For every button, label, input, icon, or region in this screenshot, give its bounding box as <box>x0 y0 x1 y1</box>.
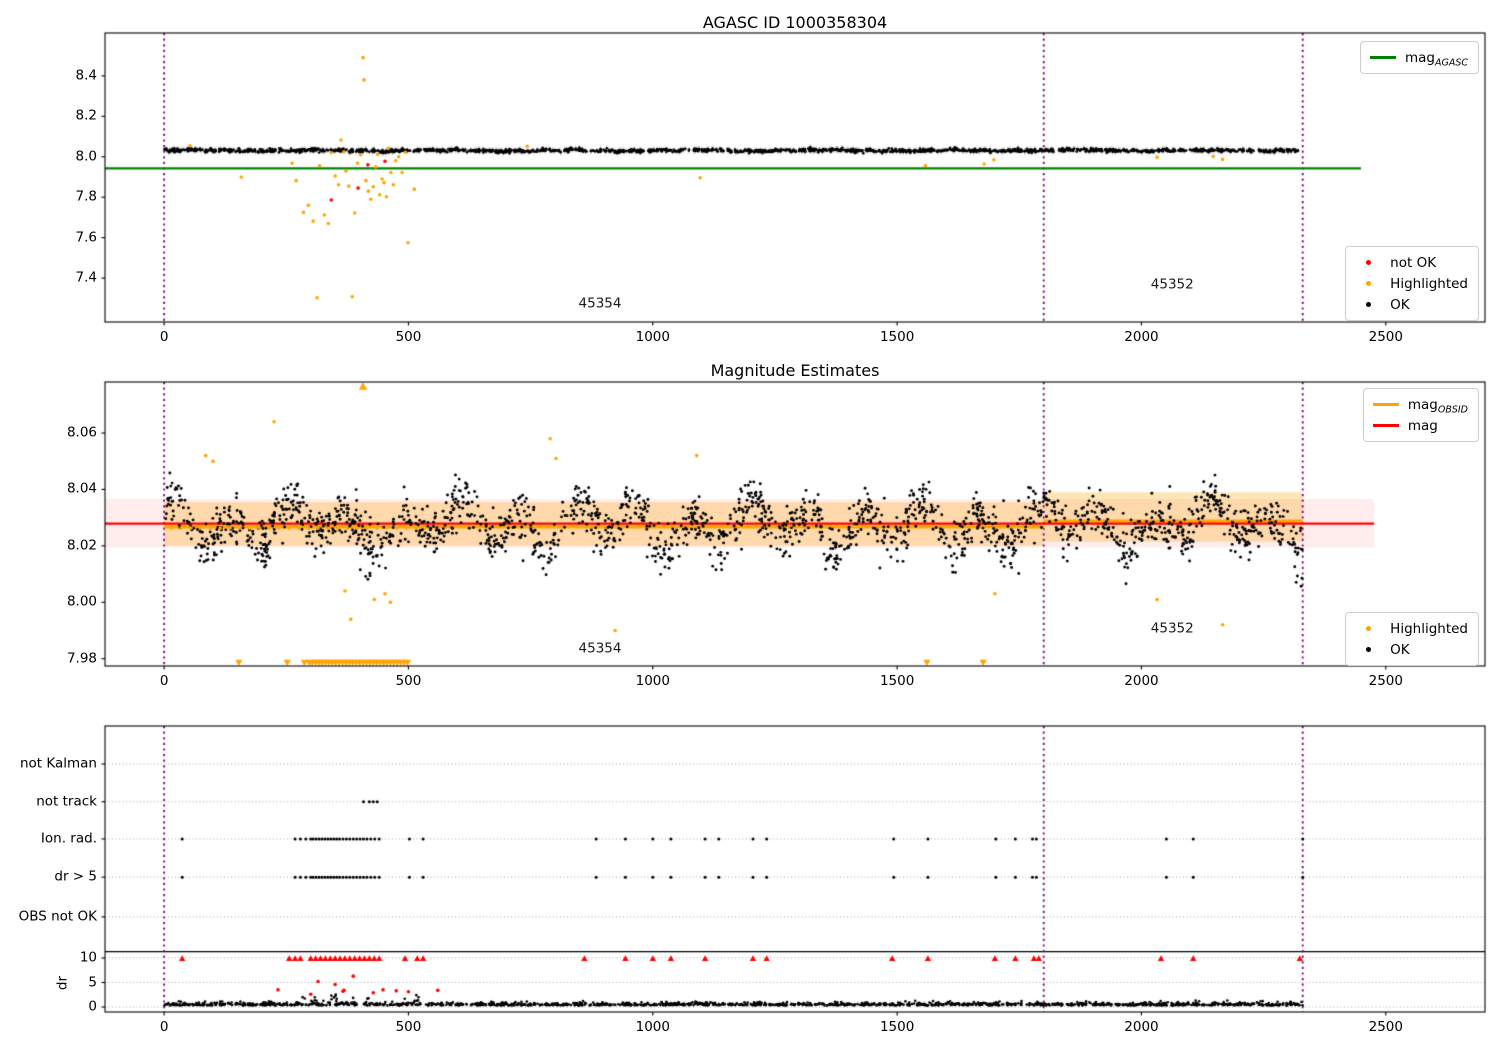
legend: magAGASC <box>1359 41 1479 74</box>
obsid-annotation: 45352 <box>1150 276 1194 293</box>
plots-canvas <box>0 0 1500 1050</box>
legend-label: OK <box>1390 296 1410 313</box>
legend-line-marker <box>1372 403 1400 406</box>
legend-label: OK <box>1390 641 1410 658</box>
obsid-annotation: 45352 <box>1150 620 1194 637</box>
y-tick-label: 8.4 <box>75 67 97 84</box>
flag-row-label: dr > 5 <box>54 868 97 885</box>
legend: not OK Highlighted OK <box>1345 246 1479 321</box>
x-tick-label: 0 <box>159 1019 169 1035</box>
x-tick-label: 500 <box>395 1019 422 1035</box>
x-tick-label: 2500 <box>1368 673 1403 689</box>
y-tick-label: 8.02 <box>66 537 97 554</box>
y-tick-label: 8.06 <box>66 424 97 441</box>
dr-tick-label: 0 <box>88 998 97 1015</box>
legend-label: not OK <box>1390 254 1437 271</box>
x-tick-label: 2500 <box>1368 1019 1403 1035</box>
flag-row-label: OBS not OK <box>18 908 97 925</box>
x-tick-label: 2000 <box>1124 329 1159 345</box>
legend-entry: OK <box>1354 294 1468 315</box>
legend-entry: magOBSID <box>1372 394 1468 415</box>
flag-row-label: not track <box>36 792 97 809</box>
x-tick-label: 1500 <box>879 1019 915 1035</box>
y-tick-label: 7.4 <box>75 269 97 286</box>
obsid-annotation: 45354 <box>578 640 622 657</box>
x-tick-label: 500 <box>395 673 422 689</box>
legend-dot-marker <box>1354 260 1382 265</box>
legend-label: magAGASC <box>1404 49 1468 69</box>
x-tick-label: 1000 <box>635 329 670 345</box>
legend-dot-marker <box>1354 302 1382 307</box>
x-tick-label: 500 <box>395 329 422 345</box>
x-tick-label: 0 <box>159 329 169 345</box>
flag-row-label: not Kalman <box>19 755 97 772</box>
panel2-title: Magnitude Estimates <box>710 361 880 380</box>
x-tick-label: 1500 <box>879 673 915 689</box>
legend-line-marker <box>1369 56 1397 59</box>
legend-dot-marker <box>1354 281 1382 286</box>
dr-tick-label: 5 <box>88 973 97 990</box>
legend-label: magOBSID <box>1407 396 1468 416</box>
dr-tick-label: 10 <box>79 949 97 966</box>
figure-agasc-magnitude-plots: AGASC ID 1000358304 Magnitude Estimates … <box>0 0 1500 1050</box>
legend: magOBSID mag <box>1362 388 1479 442</box>
legend-entry: mag <box>1372 415 1468 436</box>
flag-row-label: Ion. rad. <box>40 830 97 847</box>
x-tick-label: 1000 <box>635 673 670 689</box>
y-tick-label: 7.98 <box>66 649 97 666</box>
legend-label: Highlighted <box>1390 275 1468 292</box>
legend-entry: not OK <box>1354 252 1468 273</box>
y-tick-label: 8.0 <box>75 148 97 165</box>
legend-entry: Highlighted <box>1354 273 1468 294</box>
legend-label: mag <box>1407 417 1438 434</box>
x-tick-label: 1000 <box>635 1019 670 1035</box>
dr-axis-label: dr <box>54 975 71 990</box>
y-tick-label: 7.8 <box>75 188 97 205</box>
y-tick-label: 8.00 <box>66 593 97 610</box>
x-tick-label: 0 <box>159 673 169 689</box>
legend-line-marker <box>1372 424 1400 427</box>
y-tick-label: 8.04 <box>66 480 97 497</box>
x-tick-label: 2000 <box>1124 673 1159 689</box>
panel1-title: AGASC ID 1000358304 <box>702 13 888 32</box>
y-tick-label: 7.6 <box>75 228 97 245</box>
legend-dot-marker <box>1354 626 1382 631</box>
x-tick-label: 2500 <box>1368 329 1403 345</box>
x-tick-label: 2000 <box>1124 1019 1159 1035</box>
obsid-annotation: 45354 <box>578 295 622 312</box>
legend-entry: magAGASC <box>1369 47 1468 68</box>
x-tick-label: 1500 <box>879 329 915 345</box>
legend-entry: OK <box>1354 639 1468 660</box>
legend: Highlighted OK <box>1345 612 1479 666</box>
legend-dot-marker <box>1354 647 1382 652</box>
legend-entry: Highlighted <box>1354 618 1468 639</box>
legend-label: Highlighted <box>1390 620 1468 637</box>
y-tick-label: 8.2 <box>75 107 97 124</box>
